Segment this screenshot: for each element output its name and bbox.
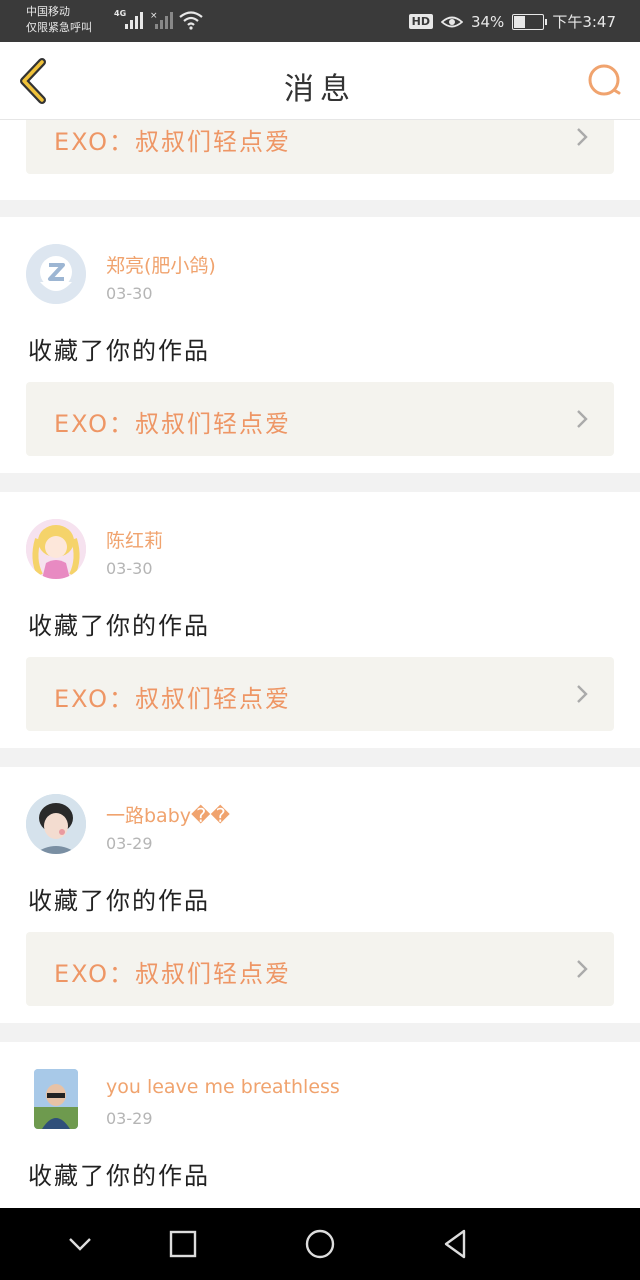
work-title: EXO：叔叔们轻点爱 <box>54 128 291 156</box>
carrier-status: 仅限紧急呼叫 <box>26 21 92 34</box>
avatar[interactable] <box>34 1069 78 1129</box>
notification-card: 郑亮(肥小鸽) 03-30 收藏了你的作品 EXO：叔叔们轻点爱 <box>0 217 640 473</box>
work-link[interactable]: EXO：叔叔们轻点爱 <box>26 932 614 1006</box>
anime-girl-avatar-icon <box>26 519 86 579</box>
wifi-icon <box>179 11 203 30</box>
chevron-right-icon <box>577 685 588 703</box>
work-title: EXO：叔叔们轻点爱 <box>54 410 291 438</box>
chevron-right-icon <box>577 128 588 146</box>
carrier-name: 中国移动 <box>26 5 70 18</box>
carrier-info: 中国移动 仅限紧急呼叫 <box>26 4 92 36</box>
search-icon[interactable] <box>586 62 624 100</box>
timestamp: 03-29 <box>106 1109 153 1128</box>
user-name[interactable]: 陈红莉 <box>106 526 163 553</box>
svg-text:×: × <box>150 11 158 21</box>
page-title: 消息 <box>284 72 356 107</box>
timestamp: 03-29 <box>106 834 153 853</box>
signal-no-service-icon: × <box>150 11 173 29</box>
avatar[interactable] <box>26 244 86 304</box>
chevron-down-icon[interactable] <box>62 1226 98 1262</box>
eye-comfort-icon <box>440 16 463 27</box>
user-photo-icon <box>34 1069 78 1129</box>
battery-percent: 34% <box>470 12 505 31</box>
work-link[interactable]: EXO：叔叔们轻点爱 <box>26 657 614 731</box>
message-list[interactable]: EXO：叔叔们轻点爱 郑亮(肥小鸽) 03-30 收藏了你的作品 EXO：叔叔们… <box>0 120 640 1208</box>
recent-apps-icon[interactable] <box>165 1226 201 1262</box>
notification-card: 一路baby�� 03-29 收藏了你的作品 EXO：叔叔们轻点爱 <box>0 767 640 1023</box>
work-link[interactable]: EXO：叔叔们轻点爱 <box>26 120 614 174</box>
battery-icon <box>512 13 548 30</box>
user-photo-icon <box>26 794 86 854</box>
system-nav-bar <box>0 1208 640 1280</box>
default-avatar-icon <box>26 244 86 304</box>
chevron-right-icon <box>577 410 588 428</box>
timestamp: 03-30 <box>106 284 153 303</box>
work-title: EXO：叔叔们轻点爱 <box>54 960 291 988</box>
clock: 下午3:47 <box>552 13 616 31</box>
action-text: 收藏了你的作品 <box>28 887 210 915</box>
work-link[interactable]: EXO：叔叔们轻点爱 <box>26 382 614 456</box>
back-icon[interactable] <box>438 1226 474 1262</box>
user-name[interactable]: 一路baby�� <box>106 801 230 828</box>
action-text: 收藏了你的作品 <box>28 337 210 365</box>
hd-badge: HD <box>408 14 433 29</box>
notification-card: 陈红莉 03-30 收藏了你的作品 EXO：叔叔们轻点爱 <box>0 492 640 748</box>
signal-icon <box>125 12 143 29</box>
home-icon[interactable] <box>302 1226 338 1262</box>
notification-card: you leave me breathless 03-29 收藏了你的作品 <box>0 1042 640 1208</box>
action-text: 收藏了你的作品 <box>28 1162 210 1190</box>
timestamp: 03-30 <box>106 559 153 578</box>
avatar[interactable] <box>26 519 86 579</box>
app-header: 消息 <box>0 42 640 120</box>
status-bar: 中国移动 仅限紧急呼叫 4G × HD 34% 下午3:47 <box>0 0 640 42</box>
chevron-right-icon <box>577 960 588 978</box>
user-name[interactable]: you leave me breathless <box>106 1076 340 1098</box>
notification-card-partial: EXO：叔叔们轻点爱 <box>0 120 640 200</box>
work-title: EXO：叔叔们轻点爱 <box>54 685 291 713</box>
action-text: 收藏了你的作品 <box>28 612 210 640</box>
avatar[interactable] <box>26 794 86 854</box>
status-right: HD 34% 下午3:47 <box>408 11 616 32</box>
user-name[interactable]: 郑亮(肥小鸽) <box>106 251 216 278</box>
